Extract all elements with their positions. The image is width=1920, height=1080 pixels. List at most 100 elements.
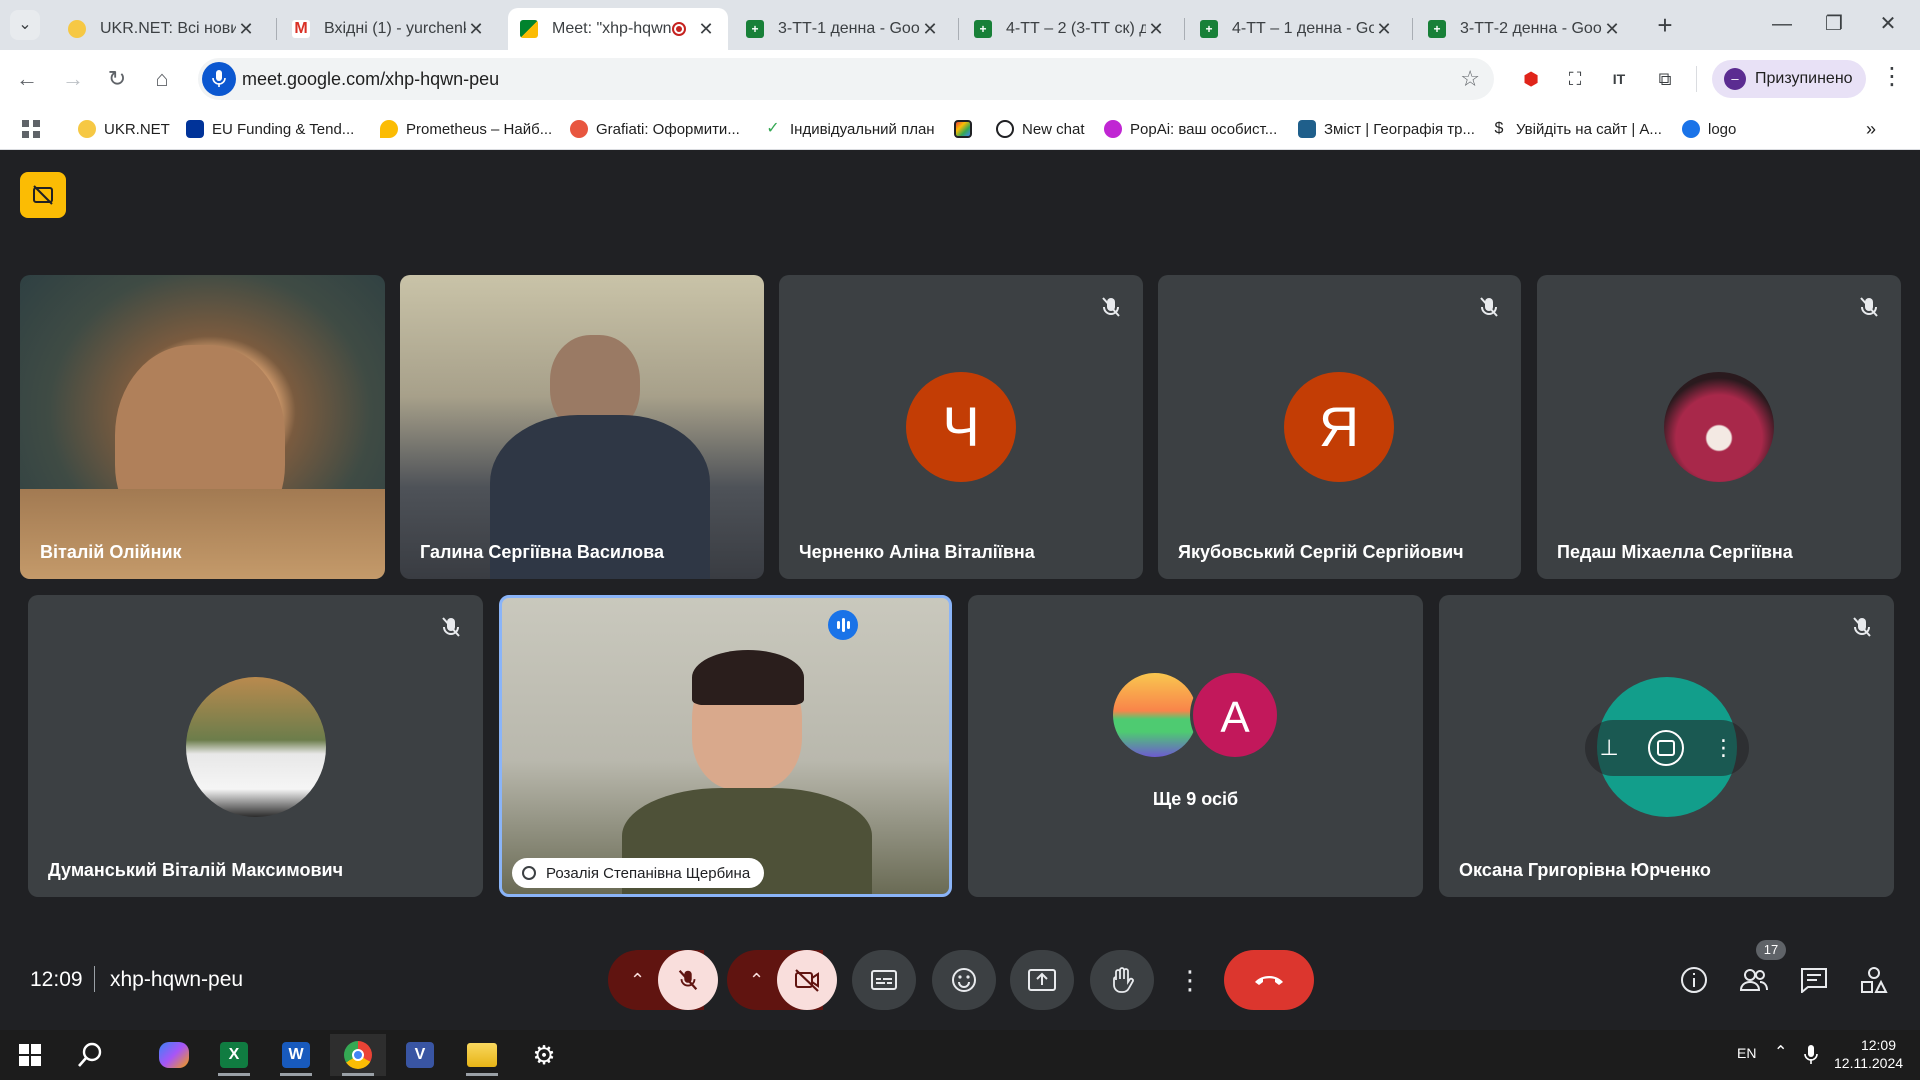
adblock-extension-icon[interactable]: ⬢ xyxy=(1516,64,1546,94)
participant-tile[interactable]: Педаш Міхаелла Сергіївна xyxy=(1537,275,1901,579)
reload-button[interactable]: ↻ xyxy=(100,62,134,96)
browser-menu-icon[interactable]: ⋮ xyxy=(1880,62,1904,91)
visio-app[interactable]: V xyxy=(392,1034,448,1076)
settings-app[interactable]: ⚙ xyxy=(516,1034,572,1076)
tab-sheets-1[interactable]: + 3-ТТ-1 денна - Google Таблиці ✕ xyxy=(734,8,952,50)
present-screen-button[interactable] xyxy=(1010,950,1074,1010)
tab-search-button[interactable]: ⌄ xyxy=(10,10,40,40)
bookmark-ukrnet[interactable]: UKR.NET xyxy=(78,114,170,144)
word-app[interactable]: W xyxy=(268,1034,324,1076)
ukrnet-icon xyxy=(78,120,96,138)
participant-tile[interactable]: Ч Черненко Аліна Віталіївна xyxy=(779,275,1143,579)
translate-extension-icon[interactable]: IT xyxy=(1604,64,1634,94)
close-tab-icon[interactable]: ✕ xyxy=(920,19,940,40)
microphone-icon[interactable] xyxy=(202,62,236,96)
chat-button[interactable] xyxy=(1796,962,1832,998)
tab-divider xyxy=(958,18,959,40)
close-tab-icon[interactable]: ✕ xyxy=(1146,19,1166,40)
participant-count-badge: 17 xyxy=(1756,940,1786,960)
more-options-button[interactable]: ⋮ xyxy=(1168,950,1212,1010)
raise-hand-button[interactable] xyxy=(1090,950,1154,1010)
apps-grid-icon[interactable] xyxy=(22,114,40,144)
tab-ukrnet[interactable]: UKR.NET: Всі новини України ✕ xyxy=(56,8,268,50)
tab-sheets-3[interactable]: + 4-ТТ – 1 денна - Google Таблиці ✕ xyxy=(1188,8,1406,50)
bookmark-eu-funding[interactable]: EU Funding & Tend... xyxy=(186,114,354,144)
bookmark-label: Prometheus – Найб... xyxy=(406,120,553,138)
close-tab-icon[interactable]: ✕ xyxy=(696,19,716,40)
pin-icon[interactable]: ⊥ xyxy=(1599,735,1618,761)
profile-label: Призупинено xyxy=(1755,70,1853,87)
restore-button[interactable]: ❐ xyxy=(1806,6,1862,42)
file-explorer-app[interactable] xyxy=(454,1034,510,1076)
bookmark-star-icon[interactable]: ☆ xyxy=(1460,66,1480,92)
more-options-icon[interactable]: ⋮ xyxy=(1713,735,1735,761)
tab-meet[interactable]: Meet: "xhp-hqwn-peu" ✕ xyxy=(508,8,728,50)
participant-tile[interactable]: Віталій Олійник xyxy=(20,275,385,579)
bookmark-logo[interactable]: logo xyxy=(1682,114,1736,144)
back-button[interactable]: ← xyxy=(10,62,44,96)
system-time[interactable]: 12:09 xyxy=(1834,1035,1896,1055)
bookmark-grafiati[interactable]: Grafiati: Оформити... xyxy=(570,114,740,144)
close-tab-icon[interactable]: ✕ xyxy=(236,19,256,40)
microphone-toggle-button[interactable] xyxy=(658,950,718,1010)
captions-button[interactable] xyxy=(852,950,916,1010)
bookmark-new-chat[interactable]: New chat xyxy=(996,114,1085,144)
meeting-details-button[interactable] xyxy=(1676,962,1712,998)
profile-button[interactable]: – Призупинено xyxy=(1712,60,1866,98)
chevron-up-icon: ⌃ xyxy=(630,969,646,990)
more-participants-tile[interactable]: A Ще 9 осіб xyxy=(968,595,1423,897)
minimize-button[interactable]: — xyxy=(1754,6,1810,42)
more-bookmarks-icon[interactable]: » xyxy=(1866,114,1876,144)
meet-no-video-badge-icon[interactable] xyxy=(20,172,66,218)
participant-name: Якубовський Сергій Сергійович xyxy=(1178,542,1464,562)
home-button[interactable]: ⌂ xyxy=(145,62,179,96)
people-button[interactable] xyxy=(1736,962,1772,998)
system-date[interactable]: 12.11.2024 xyxy=(1834,1055,1903,1071)
excel-app[interactable]: X xyxy=(206,1034,262,1076)
tray-overflow-chevron-icon[interactable]: ⌃ xyxy=(1774,1042,1787,1062)
activities-button[interactable] xyxy=(1856,962,1892,998)
extensions-puzzle-icon[interactable]: ⧉ xyxy=(1650,64,1680,94)
tab-gmail[interactable]: M Вхідні (1) - yurchenko ✕ xyxy=(280,8,498,50)
participant-tile[interactable]: Галина Сергіївна Василова xyxy=(400,275,764,579)
bookmark-login[interactable]: $ Увійдіть на сайт | А... xyxy=(1490,114,1662,144)
address-bar[interactable]: meet.google.com/xhp-hqwn-peu ☆ xyxy=(198,58,1494,100)
close-tab-icon[interactable]: ✕ xyxy=(466,19,486,40)
forward-button[interactable]: → xyxy=(56,62,90,96)
leave-call-button[interactable] xyxy=(1224,950,1314,1010)
self-participant-tile[interactable]: ⊥ ⋮ Оксана Григорівна Юрченко xyxy=(1439,595,1894,897)
reactions-button[interactable] xyxy=(932,950,996,1010)
copilot-app[interactable] xyxy=(146,1034,202,1076)
bookmark-individual-plan[interactable]: ✓ Індивідуальний план xyxy=(764,114,934,144)
camera-toggle-button[interactable] xyxy=(777,950,837,1010)
close-window-button[interactable]: ✕ xyxy=(1860,6,1916,42)
search-button[interactable] xyxy=(62,1034,118,1076)
chevron-up-icon: ⌃ xyxy=(749,969,765,990)
tab-sheets-4[interactable]: + 3-ТТ-2 денна - Google Таблиці ✕ xyxy=(1416,8,1634,50)
bookmark-popai[interactable]: PopAi: ваш особист... xyxy=(1104,114,1277,144)
start-button[interactable] xyxy=(2,1034,58,1076)
input-language[interactable]: EN xyxy=(1737,1045,1756,1061)
sheets-icon: + xyxy=(746,20,764,38)
bookmark-label: Grafiati: Оформити... xyxy=(596,120,740,138)
visual-effects-button[interactable] xyxy=(1647,730,1684,766)
chrome-app[interactable] xyxy=(330,1034,386,1076)
colorful-square-icon xyxy=(954,120,972,138)
screenshot-extension-icon[interactable]: ⛶ xyxy=(1560,64,1590,94)
bookmark-geography[interactable]: Зміст | Географія тр... xyxy=(1298,114,1475,144)
meet-icon xyxy=(520,20,538,38)
shapes-icon xyxy=(1861,967,1888,993)
present-icon xyxy=(1028,969,1056,991)
close-tab-icon[interactable]: ✕ xyxy=(1602,19,1622,40)
bookmark-colorful[interactable] xyxy=(954,114,980,144)
browser-toolbar: ← → ↻ ⌂ meet.google.com/xhp-hqwn-peu ☆ ⬢… xyxy=(0,50,1920,108)
bookmark-prometheus[interactable]: Prometheus – Найб... xyxy=(380,114,552,144)
participant-tile-speaking[interactable]: Розалія Степанівна Щербина xyxy=(499,595,952,897)
close-tab-icon[interactable]: ✕ xyxy=(1374,19,1394,40)
participant-tile[interactable]: Думанський Віталій Максимович xyxy=(28,595,483,897)
microphone-in-use-icon[interactable] xyxy=(1804,1045,1818,1065)
new-tab-button[interactable]: + xyxy=(1648,8,1682,42)
logo-icon xyxy=(1682,120,1700,138)
participant-tile[interactable]: Я Якубовський Сергій Сергійович xyxy=(1158,275,1521,579)
tab-sheets-2[interactable]: + 4-ТТ – 2 (3-ТТ ск) денна ✕ xyxy=(962,8,1178,50)
